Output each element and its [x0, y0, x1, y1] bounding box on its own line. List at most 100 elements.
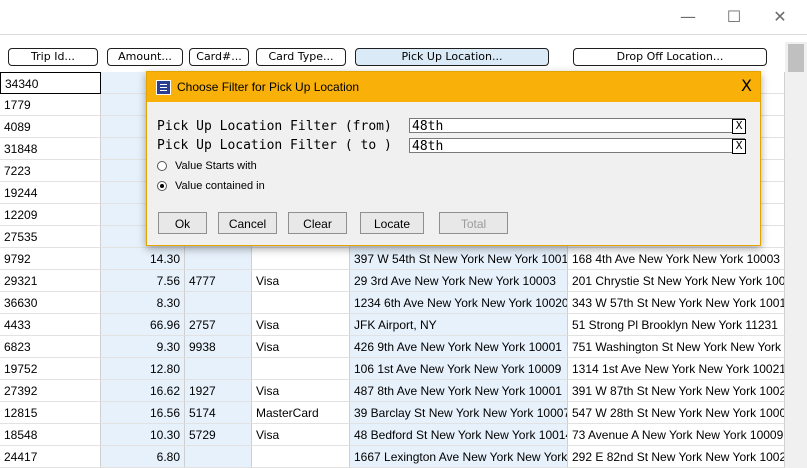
cell-trip-id[interactable]: 31848 [0, 138, 101, 160]
table-row[interactable]: 18548 10.30 5729 Visa 48 Bedford St New York… [0, 424, 785, 446]
cell-amount[interactable]: 10.30 [101, 424, 185, 446]
cell-pickup-location[interactable]: JFK Airport, NY [350, 314, 568, 336]
cell-card-number[interactable]: 4777 [185, 270, 252, 292]
header-dropoff-location[interactable]: Drop Off Location... [573, 48, 767, 66]
cell-trip-id[interactable]: 19752 [0, 358, 101, 380]
table-row[interactable]: 24417 6.80 1667 Lexington Ave New York New… [0, 446, 785, 468]
header-card-type[interactable]: Card Type... [256, 48, 346, 66]
cell-dropoff-location[interactable]: 343 W 57th St New York New York 10019 [568, 292, 785, 314]
cell-dropoff-location[interactable]: 51 Strong Pl Brooklyn New York 11231 [568, 314, 785, 336]
cell-card-number[interactable]: 5729 [185, 424, 252, 446]
cell-dropoff-location[interactable]: 1314 1st Ave New York New York 10021 [568, 358, 785, 380]
cell-trip-id[interactable]: 9792 [0, 248, 101, 270]
header-trip-id[interactable]: Trip Id... [8, 48, 98, 66]
cell-amount[interactable]: 14.30 [101, 248, 185, 270]
cell-dropoff-location[interactable]: 201 Chrystie St New York New York 10002 [568, 270, 785, 292]
cell-card-type[interactable]: Visa [252, 424, 350, 446]
filter-from-clear-button[interactable]: X [732, 119, 746, 134]
minimize-button[interactable]: — [678, 6, 698, 26]
cell-card-number[interactable] [185, 358, 252, 380]
cell-card-type[interactable] [252, 446, 350, 468]
cell-card-number[interactable] [185, 446, 252, 468]
cell-trip-id[interactable]: 18548 [0, 424, 101, 446]
clear-button[interactable]: Clear [288, 212, 347, 234]
cell-trip-id[interactable]: 6823 [0, 336, 101, 358]
cell-dropoff-location[interactable]: 391 W 87th St New York New York 10024 [568, 380, 785, 402]
cell-pickup-location[interactable]: 426 9th Ave New York New York 10001 [350, 336, 568, 358]
dialog-close-icon[interactable]: X [741, 78, 752, 94]
cell-dropoff-location[interactable]: 168 4th Ave New York New York 10003 [568, 248, 785, 270]
cancel-button[interactable]: Cancel [218, 212, 277, 234]
cell-card-type[interactable]: Visa [252, 314, 350, 336]
cell-pickup-location[interactable]: 397 W 54th St New York New York 10019 [350, 248, 568, 270]
cell-card-number[interactable]: 1927 [185, 380, 252, 402]
cell-trip-id[interactable]: 7223 [0, 160, 101, 182]
ok-button[interactable]: Ok [158, 212, 207, 234]
filter-to-input[interactable]: 48th [409, 138, 745, 154]
cell-amount[interactable]: 66.96 [101, 314, 185, 336]
cell-pickup-location[interactable]: 1234 6th Ave New York New York 10020 [350, 292, 568, 314]
cell-trip-id[interactable]: 12815 [0, 402, 101, 424]
cell-trip-id[interactable]: 24417 [0, 446, 101, 468]
cell-trip-id[interactable]: 19244 [0, 182, 101, 204]
table-row[interactable]: 29321 7.56 4777 Visa 29 3rd Ave New York New… [0, 270, 785, 292]
cell-card-number[interactable] [185, 292, 252, 314]
cell-trip-id[interactable]: 29321 [0, 270, 101, 292]
radio-starts-with-dot[interactable] [157, 161, 167, 171]
cell-card-number[interactable] [185, 248, 252, 270]
table-row[interactable]: 19752 12.80 106 1st Ave New York New York … [0, 358, 785, 380]
cell-pickup-location[interactable]: 1667 Lexington Ave New York New York ... [350, 446, 568, 468]
radio-contained-in[interactable]: Value contained in [157, 180, 265, 192]
filter-from-input[interactable]: 48th [409, 118, 745, 134]
cell-trip-id[interactable]: 34340 [0, 72, 101, 94]
cell-card-type[interactable]: MasterCard [252, 402, 350, 424]
cell-trip-id[interactable]: 12209 [0, 204, 101, 226]
cell-pickup-location[interactable]: 487 8th Ave New York New York 10001 [350, 380, 568, 402]
header-card-number[interactable]: Card#... [189, 48, 249, 66]
cell-amount[interactable]: 16.56 [101, 402, 185, 424]
cell-card-type[interactable]: Visa [252, 270, 350, 292]
cell-trip-id[interactable]: 1779 [0, 94, 101, 116]
cell-dropoff-location[interactable]: 73 Avenue A New York New York 10009 [568, 424, 785, 446]
cell-pickup-location[interactable]: 106 1st Ave New York New York 10009 [350, 358, 568, 380]
cell-card-type[interactable] [252, 292, 350, 314]
cell-card-number[interactable]: 9938 [185, 336, 252, 358]
cell-dropoff-location[interactable]: 292 E 82nd St New York New York 10028 [568, 446, 785, 468]
close-button[interactable]: ✕ [770, 6, 790, 26]
cell-trip-id[interactable]: 27392 [0, 380, 101, 402]
cell-pickup-location[interactable]: 29 3rd Ave New York New York 10003 [350, 270, 568, 292]
cell-card-type[interactable]: Visa [252, 336, 350, 358]
table-row[interactable]: 36630 8.30 1234 6th Ave New York New York … [0, 292, 785, 314]
cell-card-number[interactable]: 5174 [185, 402, 252, 424]
cell-amount[interactable]: 7.56 [101, 270, 185, 292]
cell-amount[interactable]: 16.62 [101, 380, 185, 402]
cell-pickup-location[interactable]: 48 Bedford St New York New York 10014 [350, 424, 568, 446]
cell-trip-id[interactable]: 4089 [0, 116, 101, 138]
cell-amount[interactable]: 8.30 [101, 292, 185, 314]
header-pickup-location[interactable]: Pick Up Location... [355, 48, 549, 66]
cell-trip-id[interactable]: 4433 [0, 314, 101, 336]
header-amount[interactable]: Amount... [107, 48, 183, 66]
table-row[interactable]: 27392 16.62 1927 Visa 487 8th Ave New York N… [0, 380, 785, 402]
filter-to-clear-button[interactable]: X [732, 139, 746, 154]
table-row[interactable]: 4433 66.96 2757 Visa JFK Airport, NY 51 Stron… [0, 314, 785, 336]
cell-dropoff-location[interactable]: 751 Washington St New York New York 1... [568, 336, 785, 358]
cell-amount[interactable]: 12.80 [101, 358, 185, 380]
cell-dropoff-location[interactable]: 547 W 28th St New York New York 10001 [568, 402, 785, 424]
cell-pickup-location[interactable]: 39 Barclay St New York New York 10007 [350, 402, 568, 424]
cell-card-type[interactable] [252, 248, 350, 270]
cell-amount[interactable]: 9.30 [101, 336, 185, 358]
radio-starts-with[interactable]: Value Starts with [157, 160, 257, 172]
table-row[interactable]: 9792 14.30 397 W 54th St New York New York… [0, 248, 785, 270]
cell-amount[interactable]: 6.80 [101, 446, 185, 468]
maximize-button[interactable]: ☐ [724, 6, 744, 26]
cell-card-type[interactable] [252, 358, 350, 380]
cell-card-type[interactable]: Visa [252, 380, 350, 402]
scrollbar-thumb[interactable] [788, 44, 804, 72]
cell-trip-id[interactable]: 36630 [0, 292, 101, 314]
vertical-scrollbar[interactable] [785, 42, 807, 468]
radio-contained-in-dot[interactable] [157, 181, 167, 191]
locate-button[interactable]: Locate [360, 212, 424, 234]
cell-card-number[interactable]: 2757 [185, 314, 252, 336]
table-row[interactable]: 6823 9.30 9938 Visa 426 9th Ave New York New… [0, 336, 785, 358]
